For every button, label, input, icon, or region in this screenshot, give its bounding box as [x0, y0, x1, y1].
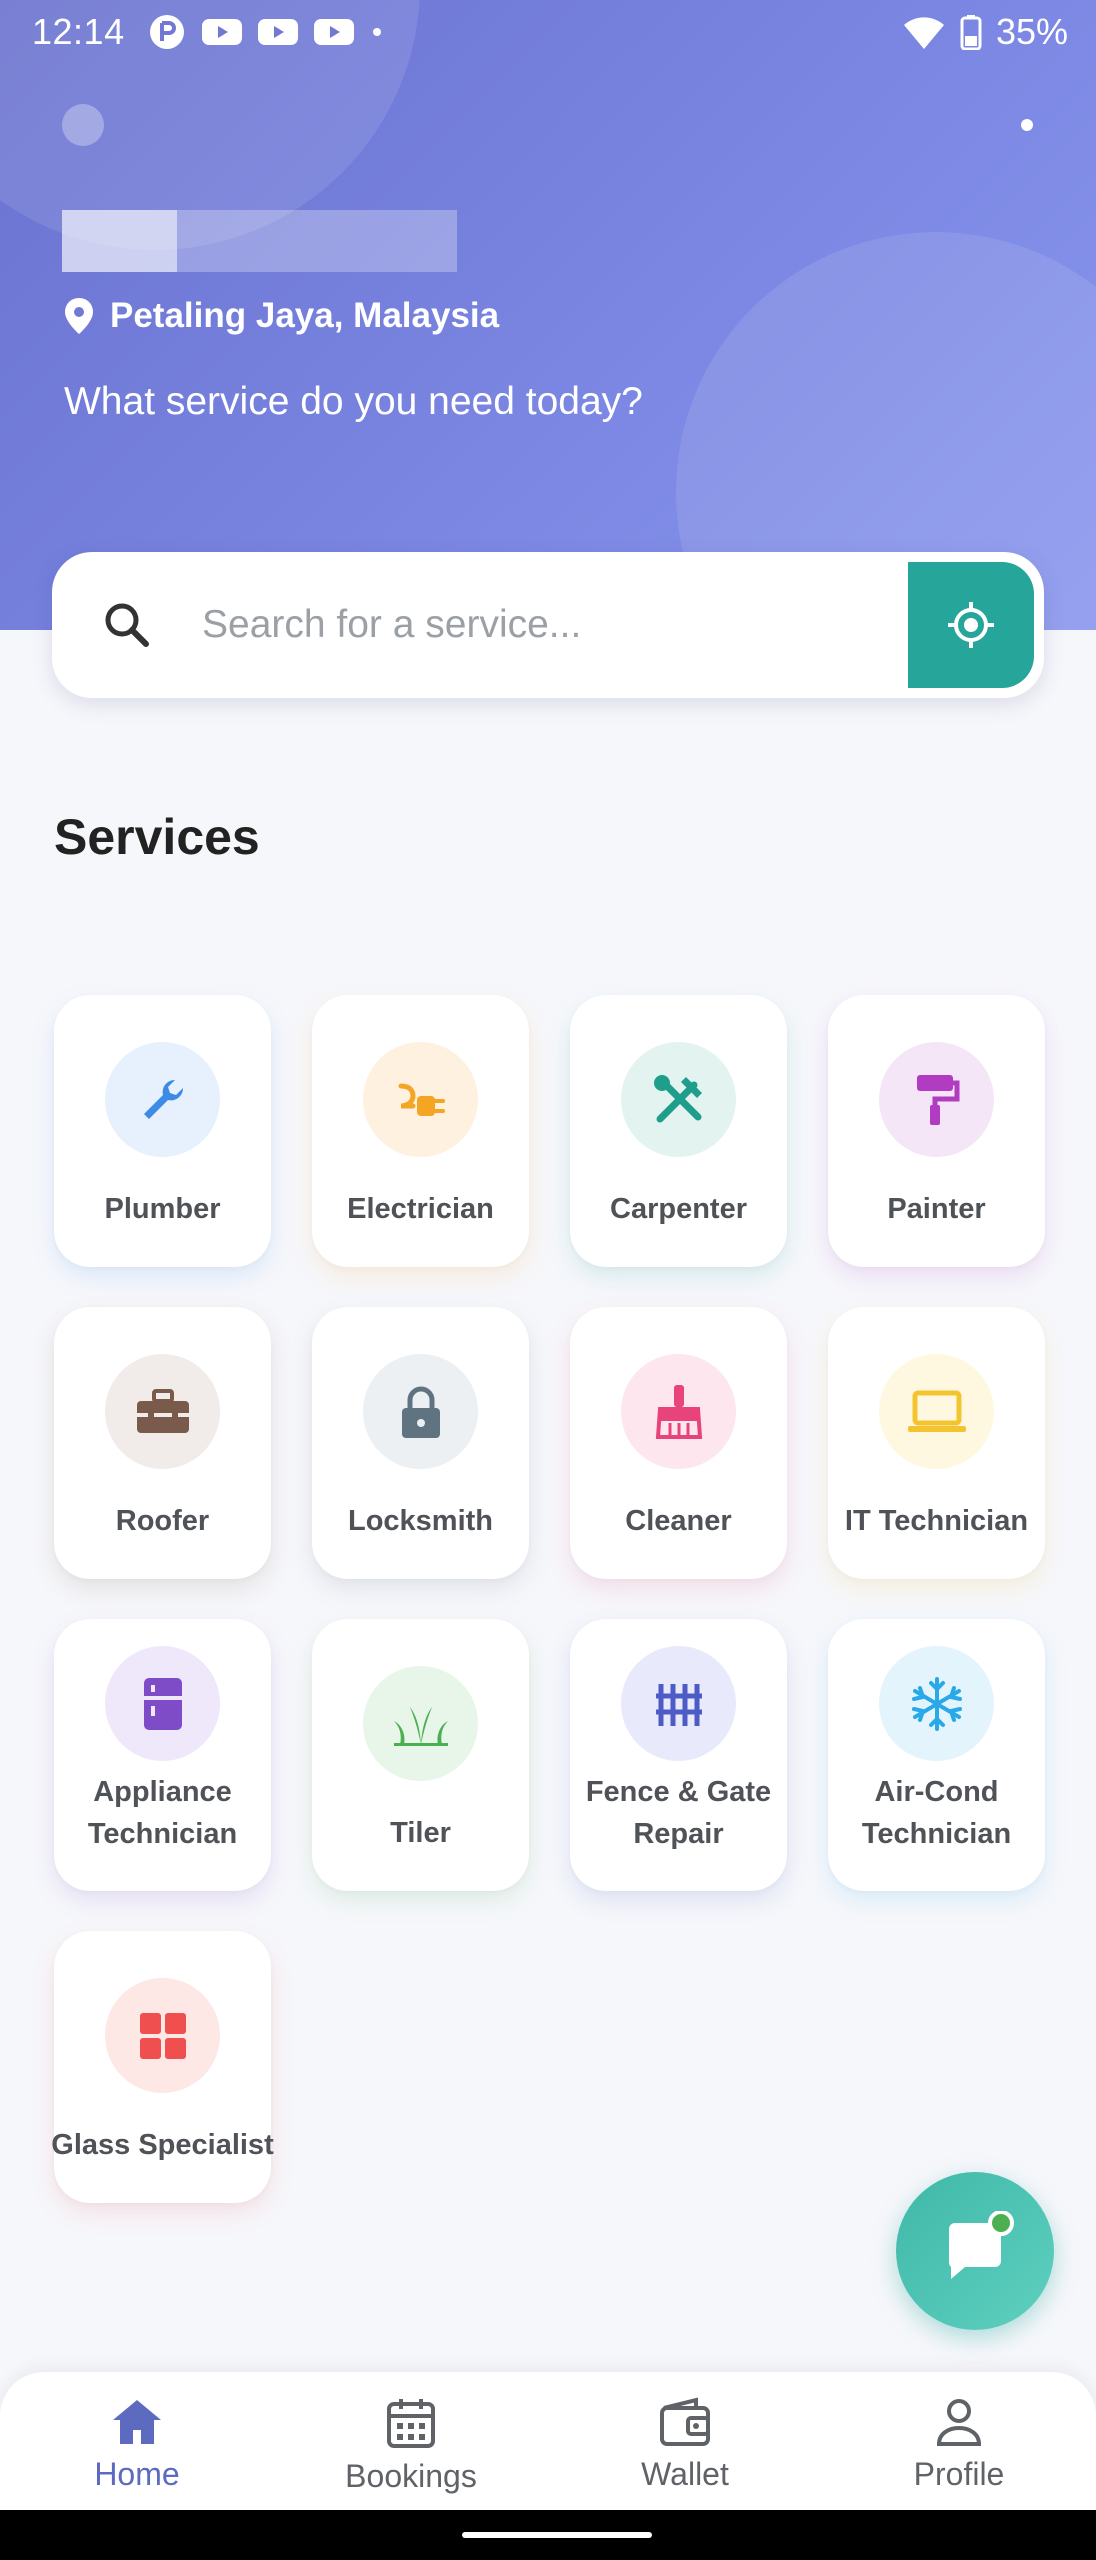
nav-home[interactable]: Home: [0, 2372, 274, 2510]
home-gesture-handle[interactable]: [462, 2532, 652, 2538]
youtube-icon: [313, 19, 354, 45]
bottom-navigation: Home Bookings Wallet Profile: [0, 2372, 1096, 2510]
services-heading: Services: [54, 809, 260, 865]
service-label: IT Technician: [844, 1505, 1029, 1537]
youtube-icon: [257, 19, 298, 45]
person-icon: [936, 2399, 982, 2446]
gps-crosshair-icon: [948, 602, 994, 648]
snowflake-icon: [911, 1676, 962, 1731]
service-card-tiler[interactable]: Tiler: [312, 1619, 529, 1891]
service-card-glass-specialist[interactable]: Glass Specialist: [51, 1931, 274, 2203]
search-input[interactable]: [202, 603, 908, 647]
service-icon-circle: [363, 1354, 478, 1469]
fence-icon: [655, 1683, 702, 1726]
hammer-wrench-icon: [653, 1074, 702, 1122]
search-bar: [52, 552, 1044, 698]
service-icon-circle: [363, 1666, 478, 1781]
avatar[interactable]: [62, 104, 104, 146]
service-icon-circle: [105, 1646, 220, 1761]
app-notification-icon: [149, 15, 184, 49]
current-location-button[interactable]: [908, 562, 1034, 688]
service-label: Glass Specialist: [51, 2129, 274, 2161]
service-icon-circle: [879, 1354, 994, 1469]
calendar-icon: [387, 2399, 435, 2448]
service-icon-circle: [105, 1042, 220, 1157]
lock-icon: [401, 1386, 440, 1438]
service-label: Air-Cond Technician: [861, 1776, 1012, 1850]
service-label: Tiler: [390, 1817, 451, 1849]
service-label: Plumber: [104, 1193, 221, 1225]
wifi-icon: [903, 17, 944, 49]
service-card-air-cond-technician[interactable]: Air-Cond Technician: [828, 1619, 1045, 1891]
system-navigation-bar: [0, 2510, 1096, 2560]
nav-wallet[interactable]: Wallet: [548, 2372, 822, 2510]
fridge-icon: [143, 1677, 182, 1730]
service-label: Fence & Gate Repair: [585, 1776, 772, 1850]
broom-icon: [655, 1384, 702, 1439]
plug-icon: [398, 1083, 445, 1116]
menu-dot-icon[interactable]: [1021, 119, 1033, 131]
nav-label: Bookings: [345, 2458, 477, 2494]
chat-bubble-icon: [949, 2211, 1014, 2279]
service-icon-circle: [105, 1978, 220, 2093]
nav-bookings[interactable]: Bookings: [274, 2372, 548, 2510]
service-card-electrician[interactable]: Electrician: [312, 995, 529, 1267]
window-icon: [139, 2012, 186, 2059]
status-time: 12:14: [32, 11, 125, 52]
youtube-icon: [201, 19, 242, 45]
nav-profile[interactable]: Profile: [822, 2372, 1096, 2510]
location-pin-icon: [65, 298, 93, 334]
nav-label: Profile: [913, 2456, 1005, 2492]
paint-roller-icon: [916, 1074, 959, 1125]
service-label: Appliance Technician: [87, 1776, 238, 1850]
service-label: Carpenter: [610, 1193, 747, 1225]
location-text: Petaling Jaya, Malaysia: [110, 296, 500, 335]
header-question: What service do you need today?: [64, 380, 643, 423]
service-label: Locksmith: [347, 1505, 494, 1537]
service-card-it-technician[interactable]: IT Technician: [828, 1307, 1045, 1579]
service-label: Cleaner: [625, 1505, 732, 1537]
service-card-locksmith[interactable]: Locksmith: [312, 1307, 529, 1579]
service-icon-circle: [879, 1646, 994, 1761]
service-card-cleaner[interactable]: Cleaner: [570, 1307, 787, 1579]
service-icon-circle: [363, 1042, 478, 1157]
chat-button[interactable]: [896, 2172, 1054, 2330]
battery-percent: 35%: [995, 11, 1068, 52]
service-card-fence-gate-repair[interactable]: Fence & Gate Repair: [570, 1619, 787, 1891]
service-icon-circle: [879, 1042, 994, 1157]
wallet-icon: [660, 2397, 710, 2446]
service-icon-circle: [621, 1354, 736, 1469]
service-icon-circle: [621, 1042, 736, 1157]
service-icon-circle: [621, 1646, 736, 1761]
laptop-icon: [907, 1390, 966, 1432]
toolbox-icon: [136, 1388, 189, 1433]
service-label: Roofer: [115, 1505, 210, 1537]
service-label: Electrician: [347, 1193, 494, 1225]
more-notifications-icon: [372, 28, 381, 36]
grass-icon: [393, 1706, 448, 1746]
service-card-roofer[interactable]: Roofer: [54, 1307, 271, 1579]
service-label: Painter: [887, 1193, 986, 1225]
service-card-painter[interactable]: Painter: [828, 995, 1045, 1267]
search-icon: [105, 603, 149, 647]
user-name-placeholder: [62, 210, 457, 272]
service-card-plumber[interactable]: Plumber: [54, 995, 271, 1267]
service-card-appliance-technician[interactable]: Appliance Technician: [54, 1619, 271, 1891]
location-row[interactable]: Petaling Jaya, Malaysia: [64, 296, 499, 336]
nav-label: Wallet: [641, 2456, 729, 2492]
wrench-icon: [143, 1079, 183, 1119]
home-icon: [113, 2400, 161, 2444]
status-bar: 12:14 35%: [0, 0, 1096, 64]
service-icon-circle: [105, 1354, 220, 1469]
nav-label: Home: [94, 2456, 180, 2492]
battery-icon: [960, 15, 982, 50]
service-card-carpenter[interactable]: Carpenter: [570, 995, 787, 1267]
